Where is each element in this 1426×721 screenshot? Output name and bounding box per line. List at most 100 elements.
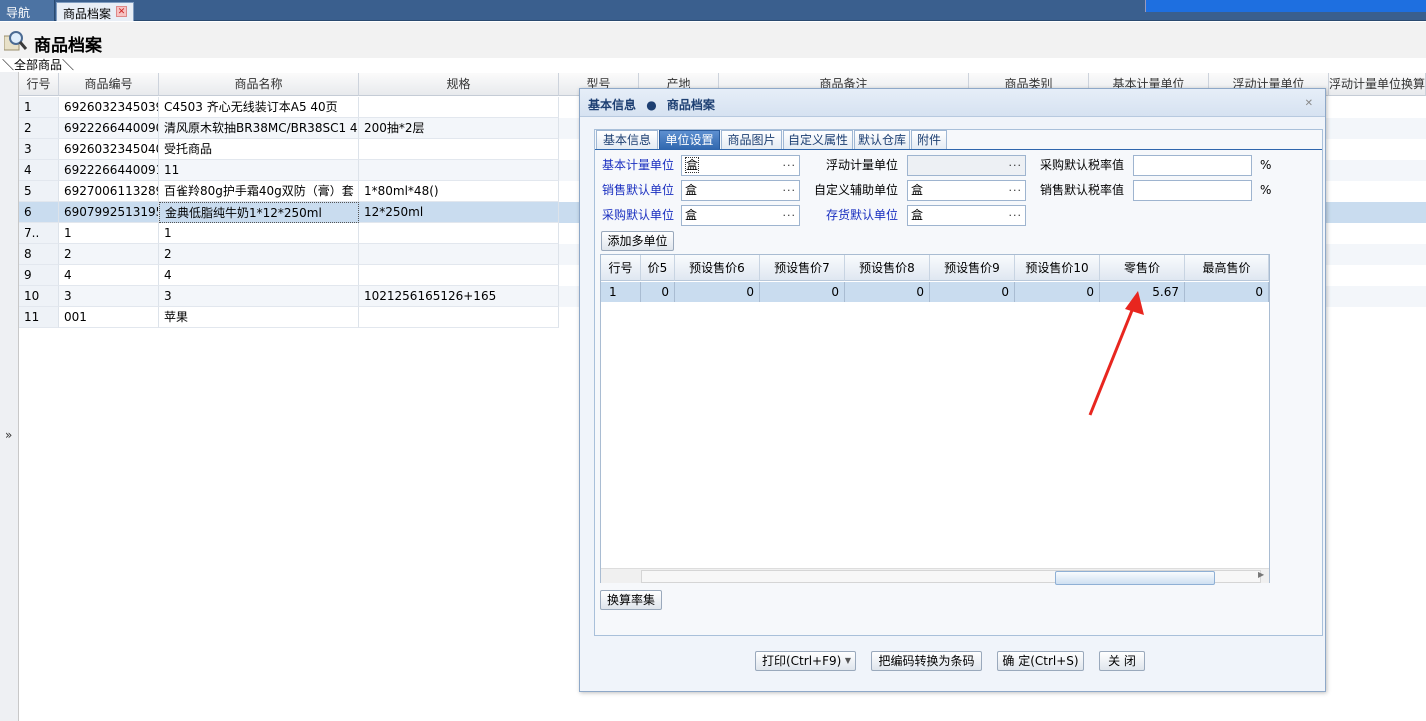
table-row[interactable]: 1 0 0 0 0 0 0 5.67 0 <box>601 282 1269 302</box>
close-button[interactable]: 关 闭 <box>1099 651 1145 671</box>
table-cell[interactable]: 苹果 <box>159 307 359 328</box>
table-cell[interactable]: 6922266440091 <box>59 160 159 181</box>
column-header[interactable]: 预设售价9 <box>930 255 1015 281</box>
row-number-cell[interactable]: 9 <box>19 265 59 286</box>
custom-aux-unit-field[interactable]: 盒 ··· <box>907 180 1026 201</box>
table-cell[interactable] <box>359 265 559 286</box>
expand-icon[interactable]: » <box>5 428 12 442</box>
ellipsis-icon[interactable]: ··· <box>1009 206 1023 225</box>
table-cell[interactable] <box>359 139 559 160</box>
sales-unit-label[interactable]: 销售默认单位 <box>586 180 674 200</box>
column-header[interactable]: 零售价 <box>1100 255 1185 281</box>
column-header[interactable]: 商品编号 <box>59 73 159 96</box>
column-header[interactable]: 价5 <box>641 255 675 281</box>
row-number-cell[interactable]: 7.. <box>19 223 59 244</box>
close-icon[interactable]: ✕ <box>116 6 127 17</box>
convert-code-to-barcode-button[interactable]: 把编码转换为条码 <box>871 651 982 671</box>
scroll-thumb[interactable] <box>1055 571 1215 585</box>
conversion-rate-set-button[interactable]: 换算率集 <box>600 590 662 610</box>
purchase-unit-label[interactable]: 采购默认单位 <box>586 205 674 225</box>
table-cell[interactable]: 6926032345040 <box>59 139 159 160</box>
table-cell[interactable]: 0 <box>930 282 1015 302</box>
table-cell[interactable]: C4503 齐心无线装订本A5 40页 <box>159 97 359 118</box>
table-cell[interactable]: 1*80ml*48() <box>359 181 559 202</box>
purchase-tax-field[interactable] <box>1133 155 1252 176</box>
horizontal-scrollbar[interactable]: ◀ ▶ <box>601 568 1269 585</box>
purchase-unit-field[interactable]: 盒 ··· <box>681 205 800 226</box>
row-number-cell[interactable]: 3 <box>19 139 59 160</box>
table-cell[interactable]: 1 <box>159 223 359 244</box>
stock-unit-label[interactable]: 存货默认单位 <box>806 205 898 225</box>
dialog-close-icon[interactable]: ✕ <box>1305 98 1313 109</box>
column-header[interactable]: 预设售价10 <box>1015 255 1100 281</box>
column-header[interactable]: 预设售价7 <box>760 255 845 281</box>
row-number-cell[interactable]: 1 <box>19 97 59 118</box>
sales-tax-field[interactable] <box>1133 180 1252 201</box>
scroll-right-icon[interactable]: ▶ <box>1258 570 1264 579</box>
table-cell[interactable]: 6927006113289 <box>59 181 159 202</box>
scroll-track[interactable] <box>641 570 1261 585</box>
row-number-cell[interactable]: 2 <box>19 118 59 139</box>
float-unit-field[interactable]: ··· <box>907 155 1026 176</box>
table-cell[interactable] <box>359 244 559 265</box>
nav-tab[interactable]: 导航 <box>0 0 55 21</box>
base-unit-label[interactable]: 基本计量单位 <box>586 155 674 175</box>
add-multi-unit-button[interactable]: 添加多单位 <box>601 231 674 251</box>
row-number-cell[interactable]: 8 <box>19 244 59 265</box>
table-cell[interactable]: 金典低脂纯牛奶1*12*250ml <box>159 202 359 223</box>
table-cell[interactable] <box>359 307 559 328</box>
column-header[interactable]: 规格 <box>359 73 559 96</box>
table-cell[interactable] <box>359 160 559 181</box>
tab-product-images[interactable]: 商品图片 <box>721 130 782 150</box>
table-cell[interactable]: 0 <box>675 282 760 302</box>
table-cell[interactable]: 4 <box>59 265 159 286</box>
row-number-cell[interactable]: 11 <box>19 307 59 328</box>
table-cell[interactable]: 清风原木软抽BR38MC/BR38SC1 48 <box>159 118 359 139</box>
tab-basic-info[interactable]: 基本信息 <box>596 130 658 150</box>
table-cell[interactable] <box>359 223 559 244</box>
row-number-cell[interactable]: 5 <box>19 181 59 202</box>
table-cell[interactable]: 1 <box>59 223 159 244</box>
column-header[interactable]: 商品名称 <box>159 73 359 96</box>
table-cell[interactable] <box>359 97 559 118</box>
row-number-cell[interactable]: 10 <box>19 286 59 307</box>
table-cell[interactable]: 1021256165126+165 <box>359 286 559 307</box>
ellipsis-icon[interactable]: ··· <box>783 206 797 225</box>
tab-unit-settings[interactable]: 单位设置 <box>659 130 720 150</box>
table-cell[interactable]: 4 <box>159 265 359 286</box>
table-cell[interactable]: 12*250ml <box>359 202 559 223</box>
print-button[interactable]: 打印(Ctrl+F9) ▼ <box>755 651 856 671</box>
ok-button[interactable]: 确 定(Ctrl+S) <box>997 651 1084 671</box>
dropdown-arrow-icon[interactable]: ▼ <box>845 652 851 670</box>
unit-price-grid[interactable]: 行号 价5 预设售价6 预设售价7 预设售价8 预设售价9 预设售价10 零售价 最高售价 10… <box>600 254 1270 585</box>
column-header[interactable]: 最高售价 <box>1185 255 1269 281</box>
table-cell[interactable]: 200抽*2层 <box>359 118 559 139</box>
table-cell[interactable]: 0 <box>1185 282 1269 302</box>
column-header[interactable]: 预设售价8 <box>845 255 930 281</box>
breadcrumb[interactable]: ＼全部商品＼ <box>2 56 74 73</box>
table-cell[interactable]: 百雀羚80g护手霜40g双防（膏）套 <box>159 181 359 202</box>
stock-unit-field[interactable]: 盒 ··· <box>907 205 1026 226</box>
tab-attachments[interactable]: 附件 <box>911 130 947 150</box>
tab-product-archive[interactable]: 商品档案 ✕ <box>56 2 134 21</box>
column-header[interactable]: 行号 <box>601 255 641 281</box>
table-cell[interactable]: 6926032345039 <box>59 97 159 118</box>
tab-default-warehouse[interactable]: 默认仓库 <box>854 130 910 150</box>
ellipsis-icon[interactable]: ··· <box>783 181 797 200</box>
sales-unit-field[interactable]: 盒 ··· <box>681 180 800 201</box>
table-cell[interactable]: 3 <box>59 286 159 307</box>
column-header[interactable]: 行号 <box>19 73 59 96</box>
table-cell[interactable]: 0 <box>845 282 930 302</box>
table-cell[interactable]: 1 <box>601 282 641 302</box>
table-cell[interactable]: 0 <box>641 282 675 302</box>
table-cell[interactable]: 6922266440090 <box>59 118 159 139</box>
table-cell[interactable]: 3 <box>159 286 359 307</box>
table-cell[interactable]: 001 <box>59 307 159 328</box>
table-cell[interactable]: 2 <box>59 244 159 265</box>
table-cell[interactable]: 0 <box>760 282 845 302</box>
table-cell[interactable]: 2 <box>159 244 359 265</box>
tab-custom-attributes[interactable]: 自定义属性 <box>783 130 853 150</box>
ellipsis-icon[interactable]: ··· <box>783 156 797 175</box>
table-cell[interactable]: 受托商品 <box>159 139 359 160</box>
row-number-cell[interactable]: 4 <box>19 160 59 181</box>
